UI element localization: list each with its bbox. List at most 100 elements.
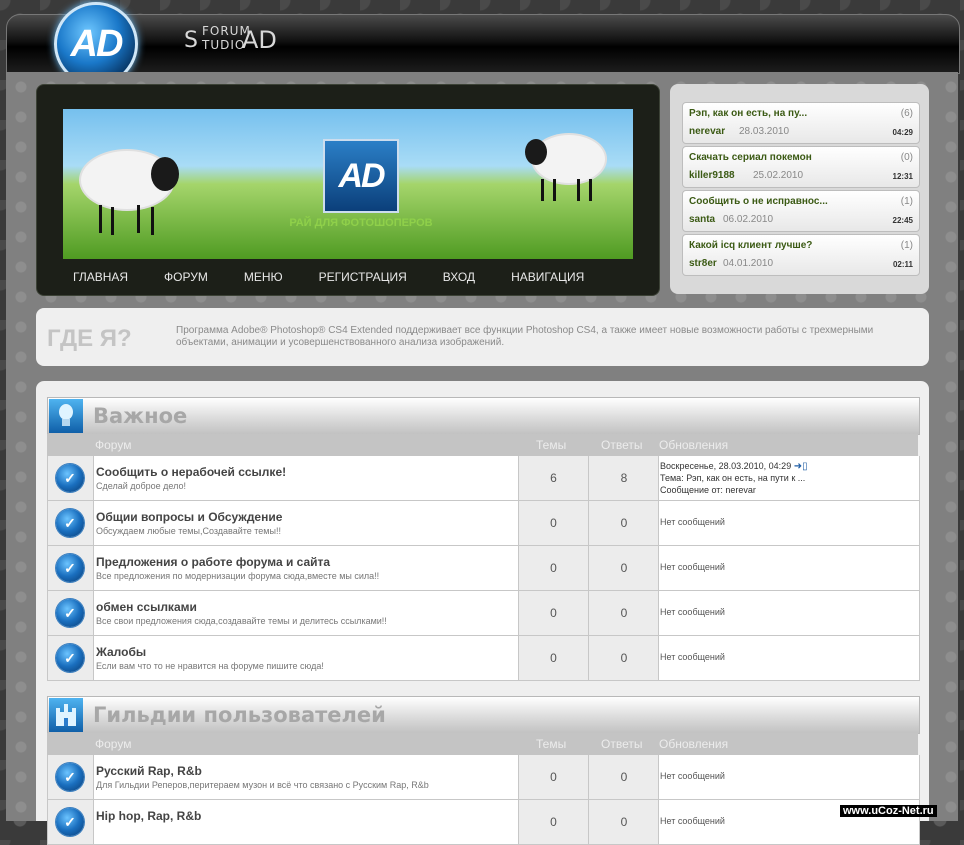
brand-studio-word: TUDIO xyxy=(202,38,246,52)
castle-icon xyxy=(49,698,83,732)
recent-topic-author[interactable]: killer9188 xyxy=(689,170,735,181)
column-header: Форум Темы Ответы Обновления xyxy=(47,733,918,755)
forum-desc: Все свои предложения сюда,создавайте тем… xyxy=(96,616,387,626)
category-title[interactable]: Гильдии пользователей xyxy=(93,703,386,727)
recent-topic-date: 25.02.2010 xyxy=(753,170,804,181)
forum-name[interactable]: Жалобы xyxy=(96,645,146,659)
checkmark-icon: ✓ xyxy=(56,763,84,791)
nav-forum[interactable]: ФОРУМ xyxy=(164,270,208,284)
col-updates: Обновления xyxy=(659,737,729,751)
category-title[interactable]: Важное xyxy=(93,404,187,428)
forum-desc: Для Гильдии Реперов,перитераем музон и в… xyxy=(96,780,429,790)
forum-update-topic[interactable]: Тема: Рэп, как он есть, на пути к ... xyxy=(660,473,805,483)
no-posts-text: Нет сообщений xyxy=(660,652,725,662)
checkmark-icon: ✓ xyxy=(56,509,84,537)
sheep-leg xyxy=(577,179,580,201)
recent-topic-date: 28.03.2010 xyxy=(739,126,790,137)
col-updates: Обновления xyxy=(659,438,729,452)
recent-topic-title[interactable]: Скачать сериал покемон xyxy=(689,152,812,163)
forum-desc: Если вам что то не нравится на форуме пи… xyxy=(96,661,324,671)
forum-name[interactable]: Общии вопросы и Обсуждение xyxy=(96,510,282,524)
forum-icon-cell: ✓ xyxy=(48,591,94,635)
lightbulb-icon xyxy=(49,399,83,433)
checkmark-icon: ✓ xyxy=(56,554,84,582)
main-nav: ГЛАВНАЯ ФОРУМ МЕНЮ РЕГИСТРАЦИЯ ВХОД НАВИ… xyxy=(73,270,620,284)
category-header[interactable]: Гильдии пользователей xyxy=(47,696,920,734)
checkmark-icon: ✓ xyxy=(56,464,84,492)
forum-desc: Сделай доброе дело! xyxy=(96,481,186,491)
where-am-i-box: ГДЕ Я? Программа Adobe® Photoshop® CS4 E… xyxy=(36,308,929,366)
recent-topic-item[interactable]: Рэп, как он есть, на пу... (6) nerevar 2… xyxy=(682,102,920,144)
recent-topic-title[interactable]: Рэп, как он есть, на пу... xyxy=(689,108,807,119)
recent-topic-author[interactable]: str8er xyxy=(689,258,717,269)
recent-topic-time: 04:29 xyxy=(892,128,913,137)
forum-name[interactable]: Русский Rap, R&b xyxy=(96,764,202,778)
recent-topic-count: (0) xyxy=(900,152,913,163)
sheep-leg xyxy=(137,205,140,233)
sheep-leg xyxy=(553,179,556,201)
forum-icon-cell: ✓ xyxy=(48,755,94,799)
go-to-post-icon[interactable]: ➜▯ xyxy=(794,461,808,472)
recent-topic-item[interactable]: Какой icq клиент лучше? (1) str8er 04.01… xyxy=(682,234,920,276)
nav-home[interactable]: ГЛАВНАЯ xyxy=(73,270,128,284)
nav-login[interactable]: ВХОД xyxy=(443,270,475,284)
recent-topic-date: 04.01.2010 xyxy=(723,258,774,269)
where-am-i-title: ГДЕ Я? xyxy=(47,325,132,352)
col-topics: Темы xyxy=(536,737,567,751)
recent-topic-item[interactable]: Сообщить о не исправнос... (1) santa 06.… xyxy=(682,190,920,232)
forum-desc: Все предложения по модернизации форума с… xyxy=(96,571,380,581)
forum-topics-count: 6 xyxy=(518,456,588,500)
forum-icon-cell: ✓ xyxy=(48,501,94,545)
recent-topic-author[interactable]: nerevar xyxy=(689,126,725,137)
top-bar xyxy=(6,14,960,74)
update-date-text: Воскресенье, 28.03.2010, 04:29 xyxy=(660,461,792,471)
forum-icon-cell: ✓ xyxy=(48,800,94,844)
brand-ad-word: AD xyxy=(242,26,277,54)
forum-name[interactable]: Сообщить о нерабочей ссылке! xyxy=(96,465,286,479)
forum-row: ✓ Hip hop, Rap, R&b 0 0 Нет сообщений xyxy=(47,800,920,845)
forum-row: ✓ Сообщить о нерабочей ссылке! Сделай до… xyxy=(47,456,920,501)
forum-icon-cell: ✓ xyxy=(48,636,94,680)
nav-navigation[interactable]: НАВИГАЦИЯ xyxy=(511,270,584,284)
col-topics: Темы xyxy=(536,438,567,452)
sheep-leg xyxy=(151,207,154,235)
recent-topic-item[interactable]: Скачать сериал покемон (0) killer9188 25… xyxy=(682,146,920,188)
recent-topic-time: 22:45 xyxy=(892,216,913,225)
recent-topic-time: 12:31 xyxy=(892,172,913,181)
forum-topics-count: 0 xyxy=(518,546,588,590)
recent-topic-count: (1) xyxy=(900,196,913,207)
forum-icon-cell: ✓ xyxy=(48,546,94,590)
forum-answers-count: 8 xyxy=(588,456,659,500)
forum-name[interactable]: обмен ссылками xyxy=(96,600,197,614)
sheep-leg xyxy=(589,179,592,201)
col-answers: Ответы xyxy=(601,737,643,751)
banner-logo: AD xyxy=(323,139,399,213)
category-header[interactable]: Важное xyxy=(47,397,920,435)
banner-slogan: РАЙ ДЛЯ ФОТОШОПЕРОВ xyxy=(289,217,433,229)
no-posts-text: Нет сообщений xyxy=(660,562,725,572)
recent-topic-title[interactable]: Какой icq клиент лучше? xyxy=(689,240,812,251)
forum-desc: Обсуждаем любые темы,Создавайте темы!! xyxy=(96,526,281,536)
checkmark-icon: ✓ xyxy=(56,644,84,672)
forum-topics-count: 0 xyxy=(518,755,588,799)
forum-answers-count: 0 xyxy=(588,800,659,844)
nav-menu[interactable]: МЕНЮ xyxy=(244,270,283,284)
forum-answers-count: 0 xyxy=(588,591,659,635)
column-header: Форум Темы Ответы Обновления xyxy=(47,434,918,456)
forum-answers-count: 0 xyxy=(588,755,659,799)
recent-topic-author[interactable]: santa xyxy=(689,214,715,225)
nav-register[interactable]: РЕГИСТРАЦИЯ xyxy=(319,270,407,284)
col-answers: Ответы xyxy=(601,438,643,452)
forum-name[interactable]: Предложения о работе форума и сайта xyxy=(96,555,330,569)
sheep-leg xyxy=(99,205,102,233)
forum-answers-count: 0 xyxy=(588,636,659,680)
no-posts-text: Нет сообщений xyxy=(660,816,725,826)
forum-row: ✓ Жалобы Если вам что то не нравится на … xyxy=(47,636,920,681)
logo-letters: AD xyxy=(70,22,124,65)
checkmark-icon: ✓ xyxy=(56,808,84,836)
recent-topic-title[interactable]: Сообщить о не исправнос... xyxy=(689,196,828,207)
forum-list: Важное Форум Темы Ответы Обновления ✓ Со… xyxy=(36,381,929,845)
no-posts-text: Нет сообщений xyxy=(660,607,725,617)
forum-row: ✓ Русский Rap, R&b Для Гильдии Реперов,п… xyxy=(47,755,920,800)
forum-update-author[interactable]: Сообщение от: nerevar xyxy=(660,485,756,495)
